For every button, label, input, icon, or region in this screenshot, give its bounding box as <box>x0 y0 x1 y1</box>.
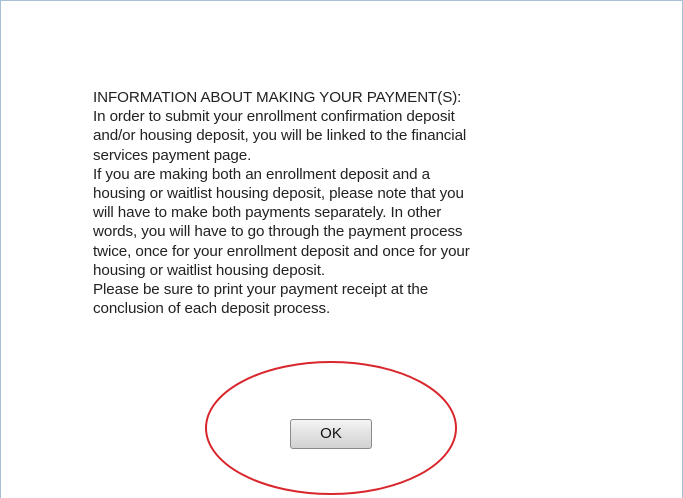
message-line: Please be sure to print your payment rec… <box>93 281 429 299</box>
message-heading: INFORMATION ABOUT MAKING YOUR PAYMENT(S)… <box>93 89 462 106</box>
dialog-frame: INFORMATION ABOUT MAKING YOUR PAYMENT(S)… <box>0 0 683 498</box>
message-line: housing or waitlist housing deposit. <box>93 261 325 279</box>
message-line: twice, once for your enrollment deposit … <box>93 242 470 260</box>
message-line: In order to submit your enrollment confi… <box>93 108 455 126</box>
ok-button[interactable]: OK <box>290 419 372 449</box>
message-line: services payment page. <box>93 146 252 164</box>
payment-information-message: INFORMATION ABOUT MAKING YOUR PAYMENT(S)… <box>93 88 583 318</box>
message-line: and/or housing deposit, you will be link… <box>93 127 467 145</box>
message-line: housing or waitlist housing deposit, ple… <box>93 185 464 203</box>
message-line: words, you will have to go through the p… <box>93 223 463 241</box>
message-line: conclusion of each deposit process. <box>93 300 331 318</box>
message-line: will have to make both payments separate… <box>93 204 442 222</box>
message-line: If you are making both an enrollment dep… <box>93 165 430 183</box>
